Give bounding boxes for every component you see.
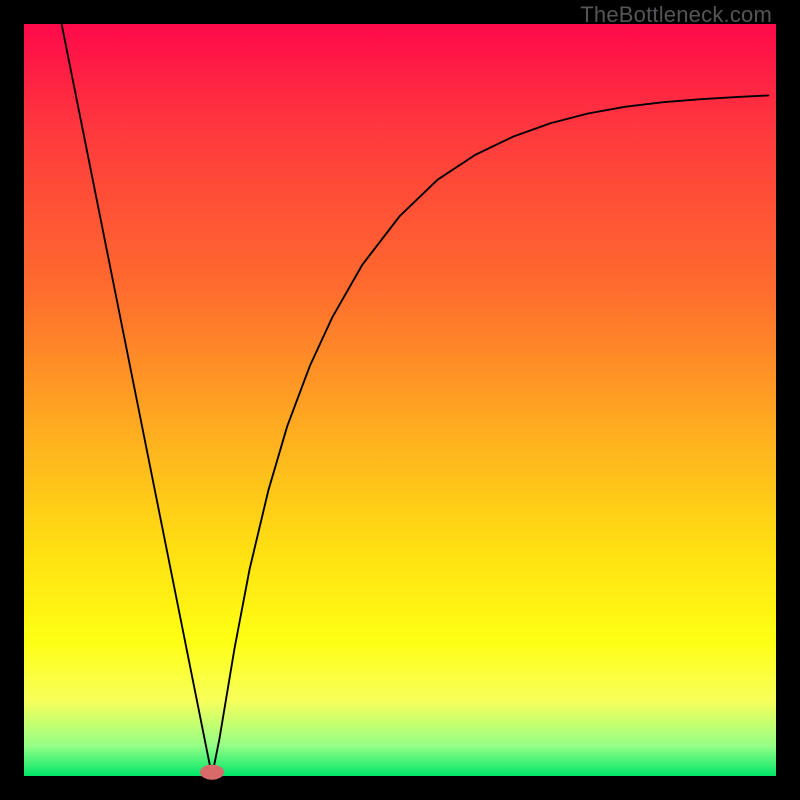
chart-container: TheBottleneck.com [0, 0, 800, 800]
optimum-marker [200, 765, 224, 780]
watermark-label: TheBottleneck.com [580, 2, 772, 28]
plot-svg [24, 24, 776, 776]
